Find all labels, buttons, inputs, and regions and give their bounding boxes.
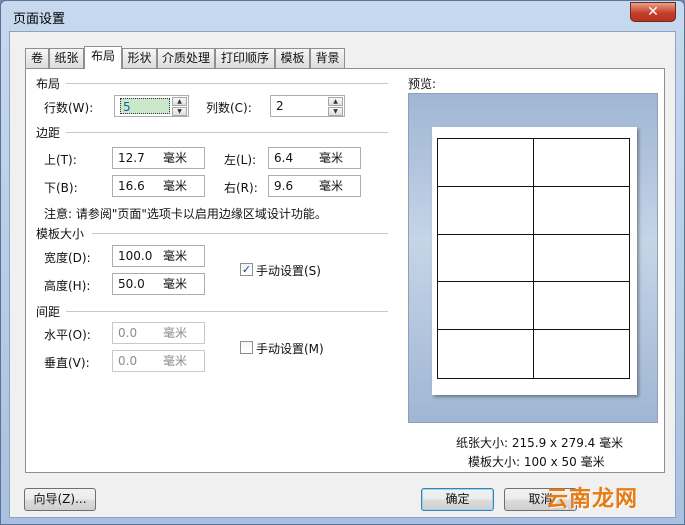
cols-spinner[interactable]: 2 ▲ ▼: [270, 95, 345, 117]
manual-size-checkbox[interactable]: ✓: [240, 263, 253, 276]
checkmark-icon: ✓: [241, 263, 252, 276]
top-margin-value[interactable]: 12.7: [118, 151, 145, 165]
tab-layout[interactable]: 布局: [84, 46, 122, 69]
bottom-margin-field[interactable]: 16.6 毫米: [112, 175, 205, 197]
margins-note: 注意: 请参阅"页面"选项卡以启用边缘区域设计功能。: [44, 207, 327, 221]
wizard-button[interactable]: 向导(Z)...: [24, 488, 96, 511]
template-size-divider: [92, 233, 388, 234]
horizontal-spacing-unit: 毫米: [163, 326, 188, 340]
left-margin-unit: 毫米: [319, 151, 344, 165]
cols-label: 列数(C):: [206, 101, 252, 115]
page-setup-dialog: 页面设置 ✕ 卷 纸张 布局 形状 介质处理 打印顺序 模板 背景 布局 行数(…: [0, 0, 685, 525]
horizontal-spacing-label: 水平(O):: [44, 328, 91, 342]
layout-divider: [66, 83, 388, 84]
title-bar: 页面设置 ✕: [1, 1, 684, 31]
vertical-spacing-label: 垂直(V):: [44, 356, 90, 370]
paper-size-text: 纸张大小: 215.9 x 279.4 毫米: [456, 436, 624, 450]
tab-print-order[interactable]: 打印顺序: [215, 48, 275, 68]
template-height-value[interactable]: 50.0: [118, 277, 145, 291]
horizontal-spacing-value[interactable]: 0.0: [118, 326, 137, 340]
top-margin-field[interactable]: 12.7 毫米: [112, 147, 205, 169]
horizontal-spacing-field[interactable]: 0.0 毫米: [112, 322, 205, 344]
preview-label-cell: [533, 139, 629, 187]
preview-label-cell: [438, 139, 534, 187]
margins-group-label: 边距: [36, 126, 61, 140]
preview-label-cell: [533, 235, 629, 283]
layout-tab-panel: 布局 行数(W): 5 ▲ ▼ 列数(C): 2 ▲ ▼ 边距 上(T): 12…: [25, 68, 665, 473]
template-width-value[interactable]: 100.0: [118, 249, 152, 263]
preview-label-cell: [438, 330, 534, 378]
spacing-group-label: 间距: [36, 305, 61, 319]
rows-up-arrow-icon[interactable]: ▲: [172, 97, 187, 106]
template-width-field[interactable]: 100.0 毫米: [112, 245, 205, 267]
left-margin-label: 左(L):: [224, 153, 257, 167]
preview-page: [432, 127, 637, 395]
preview-label-cell: [438, 186, 534, 235]
manual-size-label[interactable]: 手动设置(S): [256, 262, 321, 279]
preview-label-cell: [534, 330, 630, 378]
bottom-margin-label: 下(B):: [44, 181, 78, 195]
template-height-field[interactable]: 50.0 毫米: [112, 273, 205, 295]
preview-label-grid: [437, 138, 630, 379]
preview-label-cell: [533, 187, 629, 235]
vertical-spacing-field[interactable]: 0.0 毫米: [112, 350, 205, 372]
vertical-spacing-unit: 毫米: [163, 354, 188, 368]
cols-value[interactable]: 2: [276, 98, 326, 114]
left-margin-value[interactable]: 6.4: [274, 151, 293, 165]
tab-shape[interactable]: 形状: [122, 48, 157, 68]
tab-media-handling[interactable]: 介质处理: [157, 48, 215, 68]
template-width-unit: 毫米: [163, 249, 188, 263]
preview-label-cell: [533, 282, 629, 331]
preview-label-cell: [438, 282, 534, 331]
rows-down-arrow-icon[interactable]: ▼: [172, 107, 187, 116]
tab-template[interactable]: 模板: [275, 48, 310, 68]
right-margin-field[interactable]: 9.6 毫米: [268, 175, 361, 197]
top-margin-label: 上(T):: [44, 153, 77, 167]
tab-background[interactable]: 背景: [310, 48, 345, 68]
template-height-label: 高度(H):: [44, 279, 91, 293]
bottom-margin-unit: 毫米: [163, 179, 188, 193]
layout-group-label: 布局: [36, 77, 61, 91]
right-margin-value[interactable]: 9.6: [274, 179, 293, 193]
dialog-client-area: 卷 纸张 布局 形状 介质处理 打印顺序 模板 背景 布局 行数(W): 5 ▲…: [9, 31, 676, 518]
manual-spacing-checkbox[interactable]: [240, 341, 253, 354]
tab-paper[interactable]: 纸张: [49, 48, 84, 68]
ok-button[interactable]: 确定: [421, 488, 494, 511]
preview-area: [408, 93, 658, 423]
rows-spinner[interactable]: 5 ▲ ▼: [114, 95, 189, 117]
margins-divider: [66, 132, 388, 133]
manual-spacing-label[interactable]: 手动设置(M): [256, 340, 324, 357]
vertical-spacing-value[interactable]: 0.0: [118, 354, 137, 368]
preview-label: 预览:: [408, 77, 437, 91]
template-size-group-label: 模板大小: [36, 227, 85, 241]
right-margin-label: 右(R):: [224, 181, 258, 195]
template-height-unit: 毫米: [163, 277, 188, 291]
spacing-divider: [66, 311, 388, 312]
template-size-text: 模板大小: 100 x 50 毫米: [468, 455, 605, 469]
cols-up-arrow-icon[interactable]: ▲: [328, 97, 343, 106]
right-margin-unit: 毫米: [319, 179, 344, 193]
preview-label-cell: [438, 234, 534, 283]
rows-label: 行数(W):: [44, 101, 94, 115]
close-button[interactable]: ✕: [630, 2, 676, 22]
tab-volume[interactable]: 卷: [25, 48, 49, 68]
cols-down-arrow-icon[interactable]: ▼: [328, 107, 343, 116]
rows-value[interactable]: 5: [120, 98, 170, 114]
window-title: 页面设置: [13, 12, 66, 27]
top-margin-unit: 毫米: [163, 151, 188, 165]
template-width-label: 宽度(D):: [44, 251, 91, 265]
bottom-margin-value[interactable]: 16.6: [118, 179, 145, 193]
watermark-logo: 云南龙网: [546, 487, 639, 512]
left-margin-field[interactable]: 6.4 毫米: [268, 147, 361, 169]
